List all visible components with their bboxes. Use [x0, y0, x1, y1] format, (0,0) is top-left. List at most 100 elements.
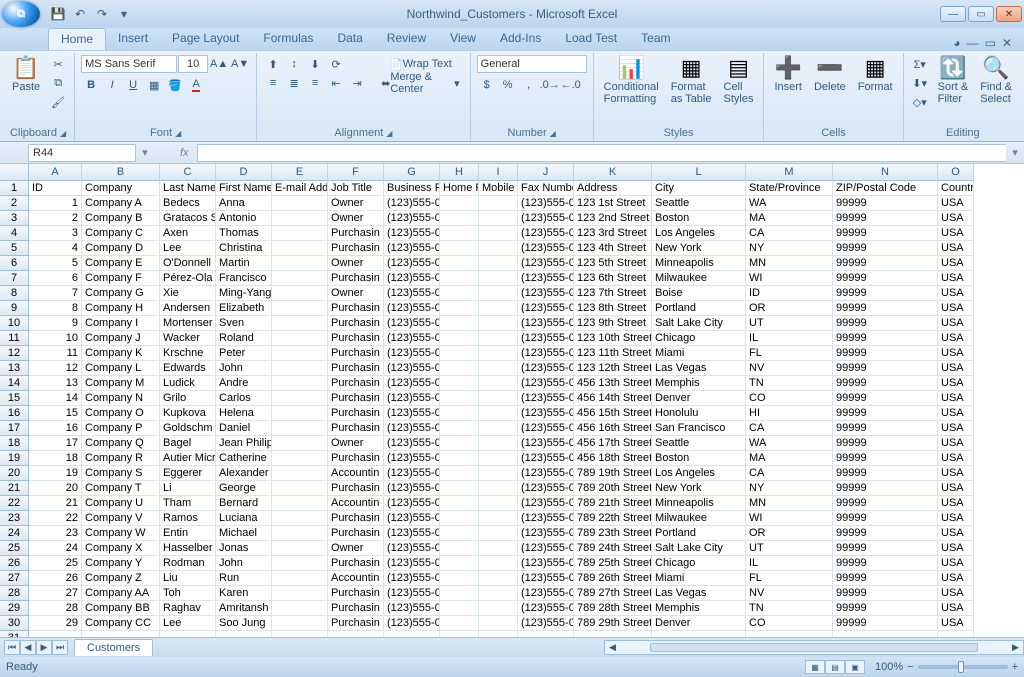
- shrink-font-button[interactable]: A▼: [230, 55, 250, 73]
- cell[interactable]: 789 29th Street: [574, 616, 652, 631]
- cell[interactable]: 123 11th Street: [574, 346, 652, 361]
- row-header[interactable]: 9: [0, 301, 29, 316]
- row-header[interactable]: 4: [0, 226, 29, 241]
- cell[interactable]: New York: [652, 481, 746, 496]
- cell[interactable]: [479, 361, 518, 376]
- column-header[interactable]: H: [440, 164, 479, 181]
- cell[interactable]: USA: [938, 616, 974, 631]
- cell[interactable]: [440, 391, 479, 406]
- cell[interactable]: Miami: [652, 346, 746, 361]
- cell[interactable]: 789 19th Street: [574, 466, 652, 481]
- number-format-select[interactable]: General: [477, 55, 587, 73]
- cell[interactable]: John: [216, 556, 272, 571]
- cell[interactable]: Christina: [216, 241, 272, 256]
- cell[interactable]: [479, 391, 518, 406]
- cell[interactable]: Boston: [652, 451, 746, 466]
- view-normal-button[interactable]: ▦: [805, 660, 825, 674]
- row-header[interactable]: 5: [0, 241, 29, 256]
- cell[interactable]: Fax Number: [518, 181, 574, 196]
- cell[interactable]: Purchasin: [328, 526, 384, 541]
- close-button[interactable]: ✕: [996, 6, 1022, 22]
- cell[interactable]: 29: [29, 616, 82, 631]
- cell[interactable]: (123)555-0100: [384, 211, 440, 226]
- cell[interactable]: Ming-Yang: [216, 286, 272, 301]
- cell[interactable]: Wacker: [160, 331, 216, 346]
- clear-button[interactable]: ◇▾: [910, 93, 930, 111]
- cell[interactable]: 17: [29, 436, 82, 451]
- cell[interactable]: E-mail Address: [272, 181, 328, 196]
- cell[interactable]: USA: [938, 391, 974, 406]
- minimize-button[interactable]: —: [940, 6, 966, 22]
- cell[interactable]: Jonas: [216, 541, 272, 556]
- cell[interactable]: Company M: [82, 376, 160, 391]
- cell[interactable]: (123)555-0100: [384, 286, 440, 301]
- cell[interactable]: Memphis: [652, 601, 746, 616]
- cell[interactable]: Daniel: [216, 421, 272, 436]
- cell[interactable]: [938, 631, 974, 637]
- cell[interactable]: 456 13th Street: [574, 376, 652, 391]
- cell[interactable]: [272, 571, 328, 586]
- cell[interactable]: (123)555-0100: [384, 601, 440, 616]
- cell[interactable]: First Name: [216, 181, 272, 196]
- cell[interactable]: OR: [746, 301, 833, 316]
- cell[interactable]: Axen: [160, 226, 216, 241]
- cell[interactable]: [440, 346, 479, 361]
- cell[interactable]: Las Vegas: [652, 361, 746, 376]
- tab-load-test[interactable]: Load Test: [553, 28, 629, 50]
- cell[interactable]: USA: [938, 466, 974, 481]
- cell[interactable]: 99999: [833, 286, 938, 301]
- cell[interactable]: Las Vegas: [652, 586, 746, 601]
- column-header[interactable]: L: [652, 164, 746, 181]
- cell[interactable]: Purchasin: [328, 391, 384, 406]
- cell[interactable]: (123)555-0100: [384, 376, 440, 391]
- cell[interactable]: [272, 616, 328, 631]
- cell[interactable]: Chicago: [652, 556, 746, 571]
- cell[interactable]: 15: [29, 406, 82, 421]
- cell[interactable]: 3: [29, 226, 82, 241]
- fill-color-button[interactable]: 🪣: [165, 76, 185, 94]
- cell[interactable]: CA: [746, 466, 833, 481]
- cell[interactable]: 14: [29, 391, 82, 406]
- cell[interactable]: (123)555-0100: [384, 316, 440, 331]
- cell[interactable]: 5: [29, 256, 82, 271]
- cell[interactable]: 456 18th Street: [574, 451, 652, 466]
- cell[interactable]: [479, 556, 518, 571]
- cell[interactable]: 99999: [833, 496, 938, 511]
- cell[interactable]: (123)555-0100: [384, 361, 440, 376]
- tab-team[interactable]: Team: [629, 28, 682, 50]
- cell[interactable]: [479, 541, 518, 556]
- cell[interactable]: (123)555-0: [518, 541, 574, 556]
- cell[interactable]: 2: [29, 211, 82, 226]
- cell[interactable]: 22: [29, 511, 82, 526]
- cell[interactable]: Gratacos S: [160, 211, 216, 226]
- cell[interactable]: [440, 451, 479, 466]
- cell[interactable]: [440, 496, 479, 511]
- cell[interactable]: [652, 631, 746, 637]
- align-top-button[interactable]: ⬆: [263, 55, 283, 73]
- cell[interactable]: (123)555-0: [518, 211, 574, 226]
- cell[interactable]: [384, 631, 440, 637]
- cell[interactable]: Miami: [652, 571, 746, 586]
- cell[interactable]: [440, 316, 479, 331]
- cell[interactable]: Accountin: [328, 466, 384, 481]
- cell[interactable]: [272, 511, 328, 526]
- cell[interactable]: Soo Jung: [216, 616, 272, 631]
- cell[interactable]: (123)555-0100: [384, 301, 440, 316]
- tab-view[interactable]: View: [438, 28, 488, 50]
- cell[interactable]: [574, 631, 652, 637]
- cell[interactable]: USA: [938, 496, 974, 511]
- cell[interactable]: (123)555-0: [518, 436, 574, 451]
- cell[interactable]: 4: [29, 241, 82, 256]
- cell[interactable]: Owner: [328, 541, 384, 556]
- row-header[interactable]: 15: [0, 391, 29, 406]
- cell[interactable]: 99999: [833, 556, 938, 571]
- cell[interactable]: CO: [746, 391, 833, 406]
- row-header[interactable]: 16: [0, 406, 29, 421]
- cell[interactable]: [440, 601, 479, 616]
- cell[interactable]: Milwaukee: [652, 511, 746, 526]
- align-left-button[interactable]: ≡: [263, 74, 283, 92]
- cell[interactable]: [272, 406, 328, 421]
- cell[interactable]: MN: [746, 256, 833, 271]
- cell[interactable]: [272, 391, 328, 406]
- cell[interactable]: [272, 256, 328, 271]
